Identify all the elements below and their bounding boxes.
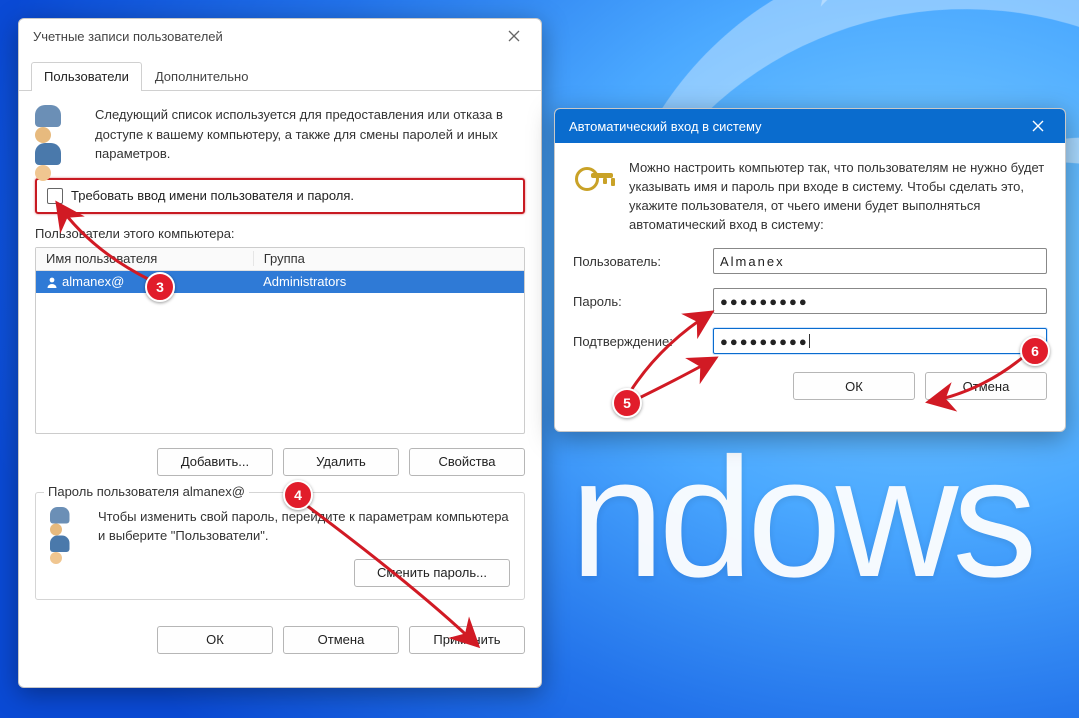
users-table[interactable]: Имя пользователя Группа almanex@ Adminis… xyxy=(35,247,525,434)
annotation-badge-3: 3 xyxy=(145,272,175,302)
close-icon xyxy=(1032,120,1044,132)
col-group[interactable]: Группа xyxy=(254,251,524,266)
users-list-label: Пользователи этого компьютера: xyxy=(35,226,525,241)
user-icon xyxy=(46,276,58,288)
users-icon xyxy=(35,105,83,147)
password-hint: Чтобы изменить свой пароль, перейдите к … xyxy=(98,507,510,546)
annotation-badge-5: 5 xyxy=(612,388,642,418)
require-login-checkbox[interactable] xyxy=(47,188,63,204)
apply-button[interactable]: Применить xyxy=(409,626,525,654)
annotation-badge-6: 6 xyxy=(1020,336,1050,366)
dialog1-footer: ОК Отмена Применить xyxy=(19,612,541,670)
dialog2-cancel-button[interactable]: Отмена xyxy=(925,372,1047,400)
require-login-highlight: Требовать ввод имени пользователя и паро… xyxy=(35,178,525,214)
dialog2-titlebar: Автоматический вход в систему xyxy=(555,109,1065,143)
users-icon-small xyxy=(50,507,86,549)
password-field[interactable]: ●●●●●●●●● xyxy=(713,288,1047,314)
close-button[interactable] xyxy=(495,22,533,50)
windows-watermark: ndows 1 xyxy=(570,420,1079,616)
ok-button[interactable]: ОК xyxy=(157,626,273,654)
require-login-label: Требовать ввод имени пользователя и паро… xyxy=(71,188,354,203)
confirm-field[interactable]: ●●●●●●●●● xyxy=(713,328,1047,354)
dialog1-title: Учетные записи пользователей xyxy=(33,29,223,44)
dialog2-close-button[interactable] xyxy=(1019,112,1057,140)
dialog2-title: Автоматический вход в систему xyxy=(569,119,762,134)
change-password-button[interactable]: Сменить пароль... xyxy=(354,559,510,587)
dialog1-titlebar: Учетные записи пользователей xyxy=(19,19,541,53)
table-cell-group: Administrators xyxy=(253,274,524,289)
cancel-button[interactable]: Отмена xyxy=(283,626,399,654)
tab-advanced[interactable]: Дополнительно xyxy=(142,62,262,91)
table-cell-user: almanex@ xyxy=(62,274,124,289)
close-icon xyxy=(508,30,520,42)
add-button[interactable]: Добавить... xyxy=(157,448,273,476)
password-group-legend: Пароль пользователя almanex@ xyxy=(44,484,249,499)
table-header: Имя пользователя Группа xyxy=(36,248,524,271)
dialog2-ok-button[interactable]: ОК xyxy=(793,372,915,400)
user-field[interactable]: Almanex xyxy=(713,248,1047,274)
password-groupbox: Пароль пользователя almanex@ Чтобы измен… xyxy=(35,492,525,600)
remove-button[interactable]: Удалить xyxy=(283,448,399,476)
tab-strip: Пользователи Дополнительно xyxy=(19,53,541,91)
properties-button[interactable]: Свойства xyxy=(409,448,525,476)
dialog1-intro: Следующий список используется для предос… xyxy=(95,105,525,164)
dialog2-intro: Можно настроить компьютер так, что польз… xyxy=(629,159,1047,234)
tab-users[interactable]: Пользователи xyxy=(31,62,142,91)
key-icon xyxy=(573,159,617,199)
auto-logon-dialog: Автоматический вход в систему Можно наст… xyxy=(554,108,1066,432)
password-label: Пароль: xyxy=(573,294,713,309)
user-accounts-dialog: Учетные записи пользователей Пользовател… xyxy=(18,18,542,688)
col-user[interactable]: Имя пользователя xyxy=(36,251,254,266)
table-row[interactable]: almanex@ Administrators xyxy=(36,271,524,293)
user-label: Пользователь: xyxy=(573,254,713,269)
annotation-badge-4: 4 xyxy=(283,480,313,510)
confirm-label: Подтверждение: xyxy=(573,334,713,349)
